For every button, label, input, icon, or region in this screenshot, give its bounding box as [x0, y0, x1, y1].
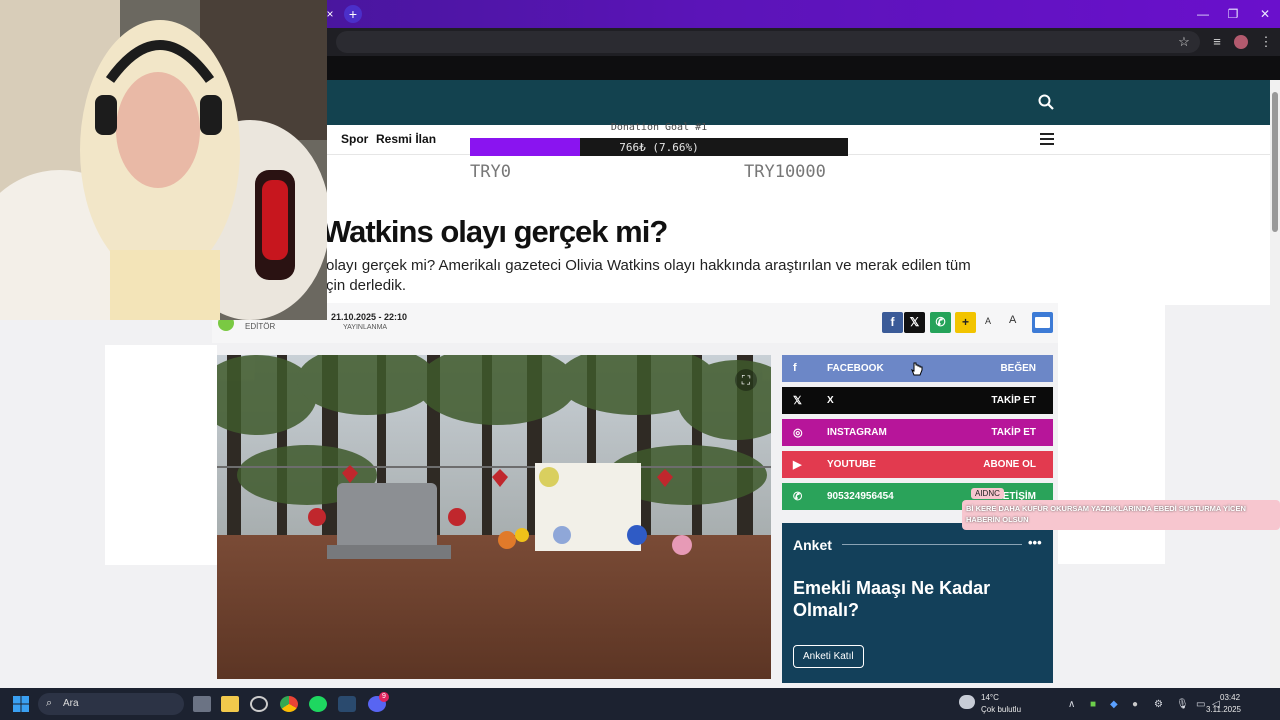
spotify-icon[interactable]: [309, 696, 327, 712]
file-explorer-icon[interactable]: [221, 696, 239, 712]
donation-goal-title: Donation Goal #1: [610, 122, 708, 133]
taskbar-search-box[interactable]: ⌕ Ara: [38, 693, 184, 715]
social-instagram-button[interactable]: ◎ INSTAGRAM TAKİP ET: [782, 419, 1053, 446]
publish-date: 21.10.2025 - 22:10: [331, 312, 408, 322]
social-name: INSTAGRAM: [827, 427, 887, 438]
article-summary-line-2: çin derledik.: [326, 277, 407, 294]
google-news-icon[interactable]: [1032, 312, 1053, 333]
tray-overflow-icon[interactable]: ∧: [1068, 699, 1075, 710]
instagram-icon: ◎: [793, 427, 803, 439]
chrome-icon[interactable]: [280, 696, 298, 712]
more-options-icon[interactable]: •••: [1028, 535, 1042, 550]
article-summary-line-1: olayı gerçek mi? Amerikalı gazeteci Oliv…: [326, 257, 971, 274]
social-name: 905324956454: [827, 491, 894, 502]
new-tab-button[interactable]: +: [344, 5, 362, 23]
windows-taskbar: [0, 688, 1280, 720]
article-title: Watkins olayı gerçek mi?: [322, 214, 668, 249]
social-name: X: [827, 395, 834, 406]
share-facebook-button[interactable]: f: [882, 312, 903, 333]
url-input[interactable]: [336, 31, 1200, 53]
steam-tray-icon[interactable]: ⚙: [1154, 699, 1163, 710]
minimize-button[interactable]: —: [1190, 4, 1216, 24]
social-action: TAKİP ET: [991, 427, 1036, 438]
poll-join-button[interactable]: Anketi Katıl: [793, 645, 864, 668]
social-action: TAKİP ET: [991, 395, 1036, 406]
network-icon[interactable]: ▭: [1196, 699, 1205, 710]
share-more-button[interactable]: +: [955, 312, 976, 333]
donation-progress-text: 766₺ (7.66%): [619, 141, 699, 154]
taskbar-search-placeholder: Ara: [63, 698, 79, 709]
settings-app-icon[interactable]: [250, 696, 268, 712]
font-increase-button[interactable]: A: [1009, 314, 1016, 326]
x-icon: 𝕏: [793, 395, 802, 407]
social-name: FACEBOOK: [827, 363, 884, 374]
clock-date[interactable]: 3.11.2025: [1206, 705, 1241, 714]
share-x-button[interactable]: 𝕏: [904, 312, 925, 333]
nav-item-resmi-ilan[interactable]: Resmi İlan: [376, 132, 436, 146]
whatsapp-icon: ✆: [793, 491, 803, 503]
article-image[interactable]: ⛶: [217, 355, 771, 679]
poll-widget: Anket ••• Emekli Maaşı Ne Kadar Olmalı? …: [782, 523, 1053, 683]
weather-cloud-icon: [959, 695, 975, 709]
tray-app-icon[interactable]: ●: [1132, 699, 1138, 710]
font-decrease-button[interactable]: A: [985, 316, 991, 326]
tray-app-icon[interactable]: ■: [1090, 699, 1096, 710]
ad-slot-left: [105, 345, 217, 565]
social-youtube-button[interactable]: ▶ YOUTUBE ABONE OL: [782, 451, 1053, 478]
weather-temp: 14°C: [981, 693, 999, 702]
discord-icon[interactable]: 9: [368, 692, 389, 712]
hand-cursor-icon: [911, 362, 923, 376]
search-icon: ⌕: [46, 697, 53, 709]
profile-avatar[interactable]: [1234, 35, 1248, 49]
social-action: ABONE OL: [983, 459, 1036, 470]
page-scrollbar[interactable]: [1270, 80, 1280, 688]
share-whatsapp-button[interactable]: ✆: [930, 312, 951, 333]
social-name: YOUTUBE: [827, 459, 876, 470]
search-icon[interactable]: [1038, 94, 1054, 110]
alert-message: Bİ KERE DAHA KÜFÜR OKURSAM YAZDIKLARINDA…: [962, 500, 1280, 530]
poll-question: Emekli Maaşı Ne Kadar Olmalı?: [793, 578, 991, 620]
donation-end-label: TRY10000: [744, 162, 826, 182]
close-window-button[interactable]: ✕: [1252, 4, 1278, 24]
author-role: EDİTÖR: [245, 322, 276, 331]
youtube-icon: ▶: [793, 459, 802, 471]
facebook-icon: f: [793, 362, 797, 374]
media-controls-icon[interactable]: ≡: [1208, 34, 1226, 49]
social-action: BEĞEN: [1000, 363, 1036, 374]
clock-time[interactable]: 03:42: [1220, 693, 1240, 702]
donation-start-label: TRY0: [470, 162, 511, 182]
tray-app-icon[interactable]: ◆: [1110, 699, 1118, 710]
nav-item-spor[interactable]: Spor: [341, 132, 368, 146]
poll-header: Anket: [793, 537, 832, 553]
divider: [842, 544, 1022, 545]
publish-date-label: YAYINLANMA: [343, 324, 388, 331]
microphone-icon[interactable]: 🎙: [1176, 699, 1189, 710]
browser-menu-icon[interactable]: ⋮: [1257, 34, 1275, 50]
steam-icon[interactable]: [338, 696, 356, 712]
windows-start-icon[interactable]: [13, 696, 29, 712]
weather-desc: Çok bulutlu: [981, 705, 1022, 714]
hamburger-icon[interactable]: [1040, 133, 1054, 145]
discord-badge: 9: [379, 692, 389, 702]
task-view-icon[interactable]: [193, 696, 211, 712]
webcam-overlay: [0, 0, 327, 320]
bookmark-star-icon[interactable]: ☆: [1175, 34, 1193, 50]
fullscreen-icon[interactable]: ⛶: [735, 369, 757, 391]
alert-title: AIDNC: [971, 488, 1004, 499]
maximize-button[interactable]: ❐: [1220, 4, 1246, 24]
social-x-button[interactable]: 𝕏 X TAKİP ET: [782, 387, 1053, 414]
